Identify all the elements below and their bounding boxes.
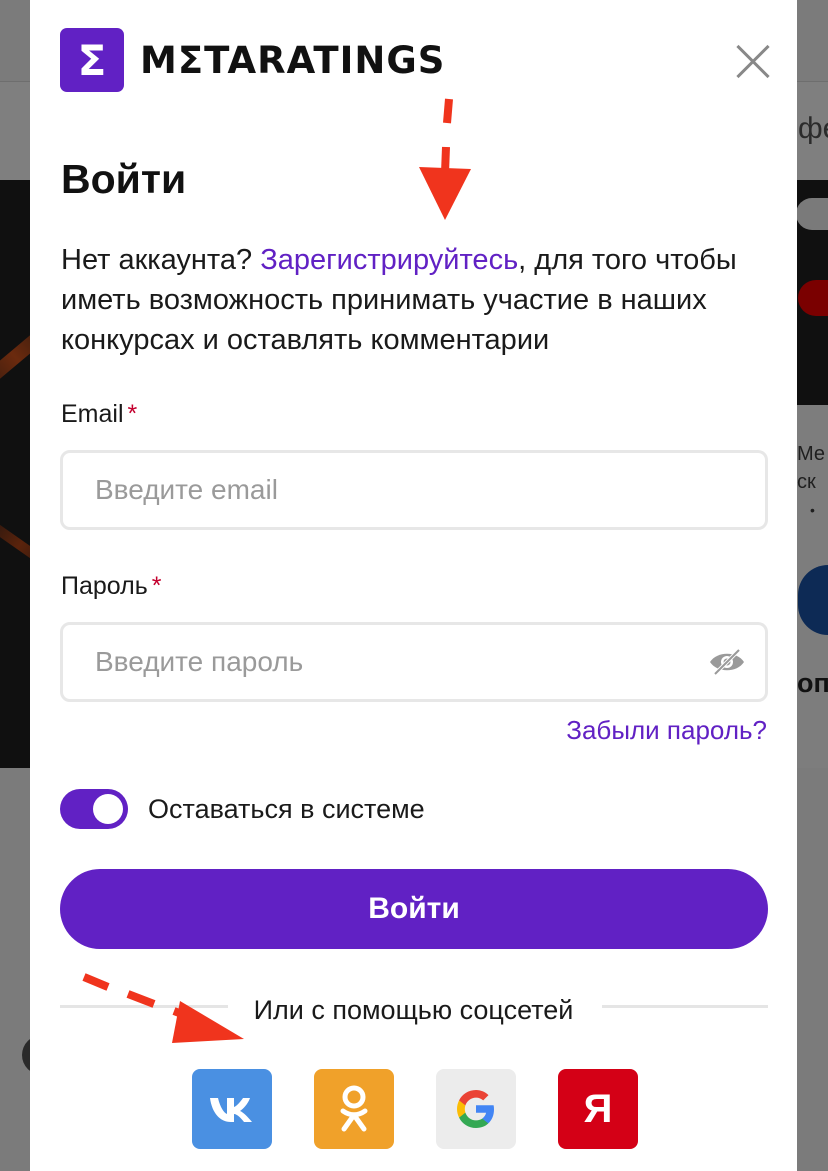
page-title: Войти [61,156,187,202]
yandex-icon: Я [583,1086,613,1131]
background-badge [798,280,828,316]
forgot-password-link[interactable]: Забыли пароль? [566,715,767,746]
close-icon[interactable] [733,42,773,82]
password-field[interactable] [63,625,765,699]
logo-badge: Σ [60,28,124,92]
toggle-knob [93,794,123,824]
ok-login-button[interactable] [314,1069,394,1149]
register-link[interactable]: Зарегистрируйтесь [260,244,518,276]
logo-text: MΣTARATINGS [140,38,446,82]
eye-slash-icon[interactable] [707,647,747,677]
login-button[interactable]: Войти [60,869,768,949]
yandex-login-button[interactable]: Я [558,1069,638,1149]
background-icon [796,198,828,230]
annotation-arrow-down [419,98,471,220]
background-nav-text: фе [798,112,828,145]
google-login-button[interactable] [436,1069,516,1149]
odnoklassniki-icon [340,1085,368,1132]
vk-login-button[interactable] [192,1069,272,1149]
email-label: Email * [61,400,138,428]
google-icon [457,1090,494,1128]
required-mark: * [127,400,138,428]
remember-label: Оставаться в системе [148,794,425,824]
intro-text: Нет аккаунта? Зарегистрируйтесь, для тог… [61,240,771,360]
password-field-wrapper [60,622,768,702]
logo[interactable]: Σ MΣTARATINGS [60,28,445,92]
email-field-wrapper [60,450,768,530]
background-card-text: Ме ск • [797,443,826,518]
intro-prefix: Нет аккаунта? [61,244,261,276]
required-mark: * [151,572,162,600]
remember-toggle[interactable] [60,789,128,829]
background-card-fragment: опе [797,668,828,698]
email-field[interactable] [63,453,765,527]
vk-icon [210,1098,252,1122]
password-label: Пароль * [61,572,162,600]
annotation-arrow-diagonal [82,973,244,1043]
